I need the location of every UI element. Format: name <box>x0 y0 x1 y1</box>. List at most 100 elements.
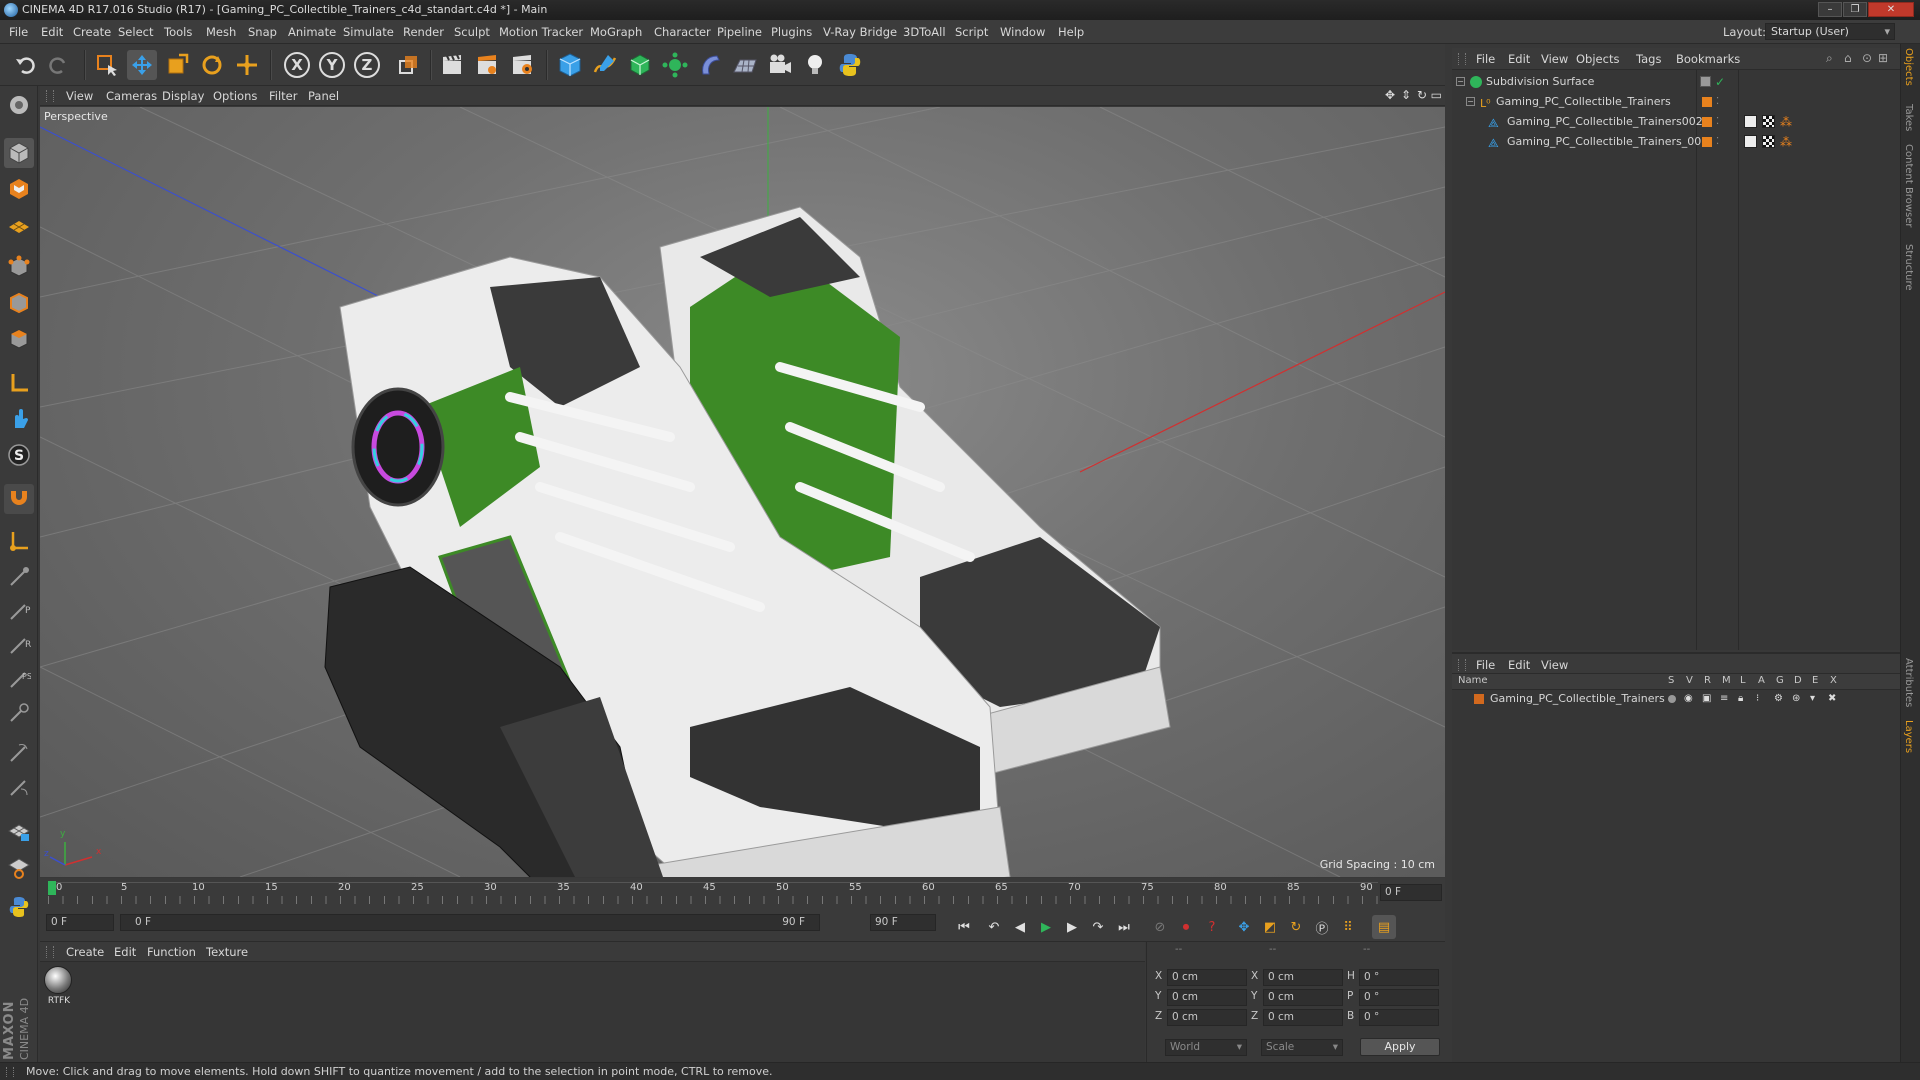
visibility-dots-icon[interactable]: ⁚ <box>1716 93 1719 111</box>
menu-script[interactable]: Script <box>955 25 988 39</box>
phong-tag-icon[interactable] <box>1744 115 1757 128</box>
menu-mograph[interactable]: MoGraph <box>590 25 642 39</box>
add-light-button[interactable] <box>800 50 830 80</box>
live-selection-button[interactable] <box>92 50 122 80</box>
object-menu-view[interactable]: View <box>1541 52 1568 66</box>
sculpt-tool-1-button[interactable] <box>4 526 34 556</box>
close-button[interactable]: ✕ <box>1868 2 1914 17</box>
coord-rot-p-field[interactable]: 0 ° <box>1359 989 1439 1006</box>
menu-edit[interactable]: Edit <box>41 25 63 39</box>
move-tool-button[interactable] <box>127 50 157 80</box>
workplane-options-button[interactable] <box>4 852 34 882</box>
menu-animate[interactable]: Animate <box>288 25 336 39</box>
key-scale-button[interactable]: ◩ <box>1258 915 1282 939</box>
prev-key-button[interactable]: ↶ <box>982 915 1006 939</box>
apply-button[interactable]: Apply <box>1360 1038 1440 1056</box>
layer-menu-view[interactable]: View <box>1541 658 1568 672</box>
object-menu-tags[interactable]: Tags <box>1636 52 1661 66</box>
y-axis-toggle[interactable]: Y <box>317 50 347 80</box>
snap-toggle-button[interactable]: S <box>4 440 34 470</box>
viewport-move-icon[interactable]: ✥ <box>1385 88 1395 102</box>
timeline-ruler[interactable]: 0 5 10 15 20 25 30 35 40 45 50 55 60 65 … <box>40 878 1445 908</box>
add-deformer-button[interactable] <box>695 50 725 80</box>
uvw-tag-icon[interactable]: ⁂ <box>1780 113 1792 131</box>
key-position-button[interactable]: ✥ <box>1232 915 1256 939</box>
menu-motion-tracker[interactable]: Motion Tracker <box>499 25 583 39</box>
preview-range-slider[interactable]: 0 F 90 F <box>120 914 820 931</box>
viewport-menu-cameras[interactable]: Cameras <box>106 89 157 103</box>
coordinate-system-button[interactable] <box>393 50 423 80</box>
viewport-menu-options[interactable]: Options <box>213 89 257 103</box>
python-button[interactable] <box>835 50 865 80</box>
collapse-icon[interactable]: − <box>1456 77 1465 86</box>
brush-tool-2-button[interactable]: P <box>4 596 34 626</box>
layer-color-icon[interactable] <box>1702 137 1712 147</box>
viewport-menu-filter[interactable]: Filter <box>269 89 297 103</box>
record-button[interactable]: ⏺ <box>1174 915 1198 939</box>
brush-tool-4-button[interactable]: PS <box>4 664 34 694</box>
coord-size-z-field[interactable]: 0 cm <box>1263 1009 1343 1026</box>
lock-icon[interactable]: ⊙ <box>1862 51 1872 65</box>
play-button[interactable]: ▶ <box>1034 915 1058 939</box>
timeline-layout-button[interactable]: ▤ <box>1372 915 1396 939</box>
recent-tool-button[interactable] <box>232 50 262 80</box>
key-rotation-button[interactable]: ↻ <box>1284 915 1308 939</box>
add-camera-button[interactable] <box>765 50 795 80</box>
polygons-mode-button[interactable] <box>4 324 34 354</box>
key-pla-button[interactable]: ⠿ <box>1336 915 1360 939</box>
new-window-icon[interactable]: ⊞ <box>1878 51 1888 65</box>
manager-toggle-icon[interactable]: ≡ <box>1720 690 1728 708</box>
coord-rot-h-field[interactable]: 0 ° <box>1359 969 1439 986</box>
menu-simulate[interactable]: Simulate <box>343 25 394 39</box>
material-tag-icon[interactable] <box>1762 135 1775 148</box>
model-mode-button[interactable] <box>4 138 34 168</box>
undo-button[interactable] <box>10 50 40 80</box>
menu-create[interactable]: Create <box>73 25 111 39</box>
menu-help[interactable]: Help <box>1058 25 1084 39</box>
coord-pos-x-field[interactable]: 0 cm <box>1167 969 1247 986</box>
minimize-button[interactable]: – <box>1818 2 1842 17</box>
visibility-dots-icon[interactable]: ⁚ <box>1716 133 1719 151</box>
viewport-menu-view[interactable]: View <box>66 89 93 103</box>
rotate-tool-button[interactable] <box>197 50 227 80</box>
layout-select[interactable]: Startup (User) ▾ <box>1765 23 1895 40</box>
object-row-trainers-null[interactable]: − L⁰ Gaming_PC_Collectible_Trainers ⁚ <box>1452 93 1900 111</box>
axis-mode-button[interactable] <box>4 368 34 398</box>
menu-mesh[interactable]: Mesh <box>206 25 236 39</box>
layer-row[interactable]: Gaming_PC_Collectible_Trainers ◉ ▣ ≡ 🔒︎ … <box>1452 690 1900 708</box>
viewport-zoom-icon[interactable]: ⇕ <box>1401 88 1411 102</box>
material-menu-edit[interactable]: Edit <box>114 945 136 959</box>
viewport-menu-panel[interactable]: Panel <box>308 89 339 103</box>
menu-vray-bridge[interactable]: V-Ray Bridge <box>823 25 897 39</box>
layer-color-swatch[interactable] <box>1474 694 1484 704</box>
menu-render[interactable]: Render <box>403 25 444 39</box>
layer-color-icon[interactable] <box>1702 117 1712 127</box>
material-menu-function[interactable]: Function <box>147 945 196 959</box>
menu-tools[interactable]: Tools <box>164 25 192 39</box>
animation-toggle-icon[interactable]: ⁝ <box>1756 690 1759 708</box>
side-tab-layers[interactable]: Layers <box>1903 720 1914 753</box>
menu-file[interactable]: File <box>9 25 28 39</box>
viewport-maximize-icon[interactable]: ▭ <box>1431 88 1442 102</box>
eye-icon[interactable]: ◉ <box>1684 690 1693 708</box>
side-tab-takes[interactable]: Takes <box>1903 104 1914 131</box>
brush-tool-5-button[interactable] <box>4 698 34 728</box>
z-axis-toggle[interactable]: Z <box>352 50 382 80</box>
brush-tool-6-button[interactable] <box>4 738 34 768</box>
menu-pipeline[interactable]: Pipeline <box>717 25 762 39</box>
size-mode-select[interactable]: Scale ▾ <box>1261 1039 1343 1056</box>
menu-snap[interactable]: Snap <box>248 25 277 39</box>
coord-rot-b-field[interactable]: 0 ° <box>1359 1009 1439 1026</box>
uvw-tag-icon[interactable]: ⁂ <box>1780 133 1792 151</box>
layer-menu-edit[interactable]: Edit <box>1508 658 1530 672</box>
layer-color-icon[interactable] <box>1702 97 1712 107</box>
generator-toggle-icon[interactable]: ⚙︎ <box>1774 690 1783 708</box>
render-view-button[interactable] <box>437 50 467 80</box>
edges-mode-button[interactable] <box>4 288 34 318</box>
x-axis-toggle[interactable]: X <box>282 50 312 80</box>
side-tab-content-browser[interactable]: Content Browser <box>1903 144 1914 227</box>
menu-sculpt[interactable]: Sculpt <box>454 25 490 39</box>
side-tab-objects[interactable]: Objects <box>1903 48 1914 86</box>
render-toggle-icon[interactable]: ▣ <box>1702 690 1711 708</box>
object-row-trainers002[interactable]: ⟁ Gaming_PC_Collectible_Trainers002 ⁚ ⁂ <box>1452 113 1900 131</box>
